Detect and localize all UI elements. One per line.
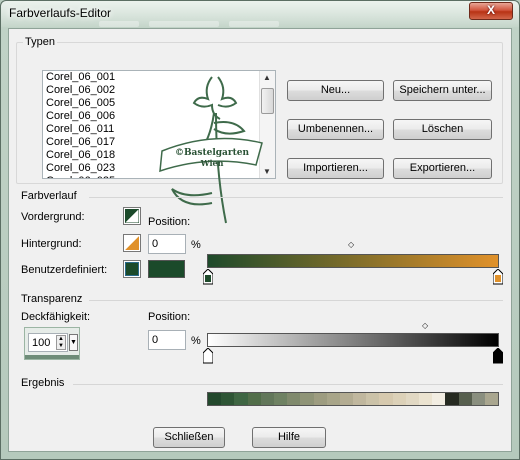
opacity-value: 100 <box>32 337 51 349</box>
spin-up-icon[interactable]: ▲ <box>57 336 65 343</box>
transparency-section-label: Transparenz <box>21 293 83 305</box>
watermark-text-line1: ©Bastelgarten <box>175 148 250 158</box>
title-reflection <box>99 21 139 27</box>
result-swatch <box>445 393 459 405</box>
result-preview-bar <box>207 392 499 406</box>
opacity-spinner[interactable]: ▲ ▼ <box>56 335 66 350</box>
result-swatch <box>273 393 288 405</box>
opacity-dropdown[interactable]: ▼ <box>69 334 78 351</box>
transparency-end-stop-icon[interactable] <box>493 348 503 364</box>
result-swatch <box>234 393 248 405</box>
custom-color-icon <box>125 262 139 276</box>
result-swatch <box>353 393 367 405</box>
custom-color-box[interactable] <box>148 260 185 278</box>
chevron-down-icon: ▼ <box>70 339 77 346</box>
result-swatch <box>221 393 235 405</box>
result-swatch <box>260 393 274 405</box>
save-as-button[interactable]: Speichern unter... <box>393 80 492 101</box>
result-section-divider <box>73 384 503 385</box>
result-section-label: Ergebnis <box>21 377 65 389</box>
gradient-section-label: Farbverlauf <box>21 190 77 202</box>
custom-label: Benutzerdefiniert: <box>21 264 108 276</box>
transparency-position-label: Position: <box>148 311 191 323</box>
transparency-position-input[interactable]: 0 <box>148 330 186 350</box>
opacity-label: Deckfähigkeit: <box>21 311 91 323</box>
foreground-gradient-icon <box>124 208 140 224</box>
transparency-percent-label: % <box>191 335 201 347</box>
transparency-start-stop-icon[interactable] <box>203 348 213 364</box>
bastelgarten-watermark: ©Bastelgarten Wien <box>159 76 263 224</box>
new-button[interactable]: Neu... <box>287 80 384 101</box>
result-swatch <box>366 393 380 405</box>
result-swatch <box>405 393 419 405</box>
window-title: Farbverlaufs-Editor <box>9 6 112 20</box>
gradient-editor-window: Farbverlaufs-Editor X Typen Corel_06_001… <box>0 0 520 460</box>
title-reflection <box>229 21 279 27</box>
gradient-position-label: Position: <box>148 216 191 228</box>
foreground-label: Vordergrund: <box>21 211 85 223</box>
watermark-text-line2: Wien <box>200 158 224 168</box>
spin-down-icon[interactable]: ▼ <box>57 343 65 350</box>
import-button[interactable]: Importieren... <box>287 158 384 179</box>
background-gradient-icon <box>125 236 139 250</box>
gradient-end-stop-icon[interactable] <box>493 269 503 285</box>
dialog-client: Typen Corel_06_001 Corel_06_002 Corel_06_0… <box>8 28 512 452</box>
export-button[interactable]: Exportieren... <box>393 158 492 179</box>
types-group-label: Typen <box>23 36 57 48</box>
opacity-slider-track[interactable] <box>25 355 79 359</box>
gradient-section-divider <box>89 197 503 198</box>
foreground-swatch[interactable] <box>123 207 141 225</box>
background-label: Hintergrund: <box>21 238 82 250</box>
gradient-position-input[interactable]: 0 <box>148 234 186 254</box>
background-swatch[interactable] <box>123 234 141 252</box>
result-swatch <box>484 393 499 405</box>
result-swatch <box>432 393 446 405</box>
rename-button[interactable]: Umbenennen... <box>287 119 384 140</box>
gradient-midpoint-icon[interactable]: ◇ <box>348 240 354 249</box>
opacity-control: 100 ▲ ▼ ▼ <box>24 327 80 360</box>
types-group: Typen Corel_06_001 Corel_06_002 Corel_06_0… <box>16 36 503 224</box>
title-reflection <box>149 21 219 27</box>
result-swatch <box>419 393 433 405</box>
title-bar[interactable]: Farbverlaufs-Editor X <box>1 1 519 27</box>
close-icon: X <box>486 3 495 17</box>
result-swatch <box>339 393 354 405</box>
transparency-section-divider <box>89 300 503 301</box>
close-button[interactable]: Schließen <box>153 427 225 448</box>
result-swatch <box>287 393 301 405</box>
result-swatch <box>458 393 472 405</box>
delete-button[interactable]: Löschen <box>393 119 492 140</box>
result-swatch <box>326 393 340 405</box>
result-swatch <box>208 393 222 405</box>
custom-swatch-selector[interactable] <box>123 260 141 278</box>
gradient-preview-bar[interactable] <box>207 254 499 268</box>
gradient-percent-label: % <box>191 239 201 251</box>
result-swatch <box>392 393 406 405</box>
transparency-midpoint-icon[interactable]: ◇ <box>422 321 428 330</box>
transparency-preview-bar[interactable] <box>207 333 499 347</box>
result-swatch <box>313 393 327 405</box>
result-swatch <box>247 393 261 405</box>
result-swatch <box>471 393 485 405</box>
result-swatch <box>379 393 393 405</box>
close-window-button[interactable]: X <box>469 2 513 20</box>
help-button[interactable]: Hilfe <box>252 427 326 448</box>
result-swatch <box>300 393 314 405</box>
gradient-start-stop-icon[interactable] <box>203 269 213 285</box>
